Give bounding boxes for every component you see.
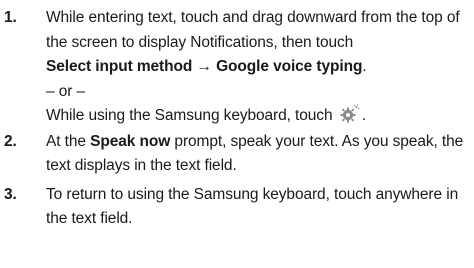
select-input-method-label: Select input method bbox=[46, 58, 193, 75]
step-1-alt-text: While using the Samsung keyboard, touch bbox=[46, 107, 333, 124]
step-1: 1. While entering text, touch and drag d… bbox=[0, 6, 474, 129]
step-number: 3. bbox=[4, 185, 17, 203]
path-arrow: → bbox=[196, 58, 212, 75]
step-1-period: . bbox=[362, 58, 367, 75]
step-number: 1. bbox=[4, 9, 17, 26]
step-2-body: At the Speak now prompt, speak your text… bbox=[46, 130, 470, 179]
step-1-text: While entering text, touch and drag down… bbox=[46, 9, 460, 51]
or-separator: – or – bbox=[46, 82, 86, 100]
step-1-body: While entering text, touch and drag down… bbox=[46, 6, 470, 129]
instruction-page: 1. While entering text, touch and drag d… bbox=[0, 0, 474, 268]
step-number: 2. bbox=[4, 132, 17, 150]
step-1-alt-end: . bbox=[361, 107, 366, 124]
google-voice-typing-label: Google voice typing bbox=[216, 58, 363, 75]
speak-now-label: Speak now bbox=[90, 132, 171, 150]
step-3: 3. To return to using the Samsung keyboa… bbox=[0, 183, 474, 232]
step-2: 2. At the Speak now prompt, speak your t… bbox=[0, 130, 474, 179]
step-2-pre: At the bbox=[46, 132, 86, 150]
gear-icon bbox=[339, 104, 361, 124]
step-3-text: To return to using the Samsung keyboard,… bbox=[46, 185, 459, 228]
step-3-body: To return to using the Samsung keyboard,… bbox=[46, 183, 470, 232]
